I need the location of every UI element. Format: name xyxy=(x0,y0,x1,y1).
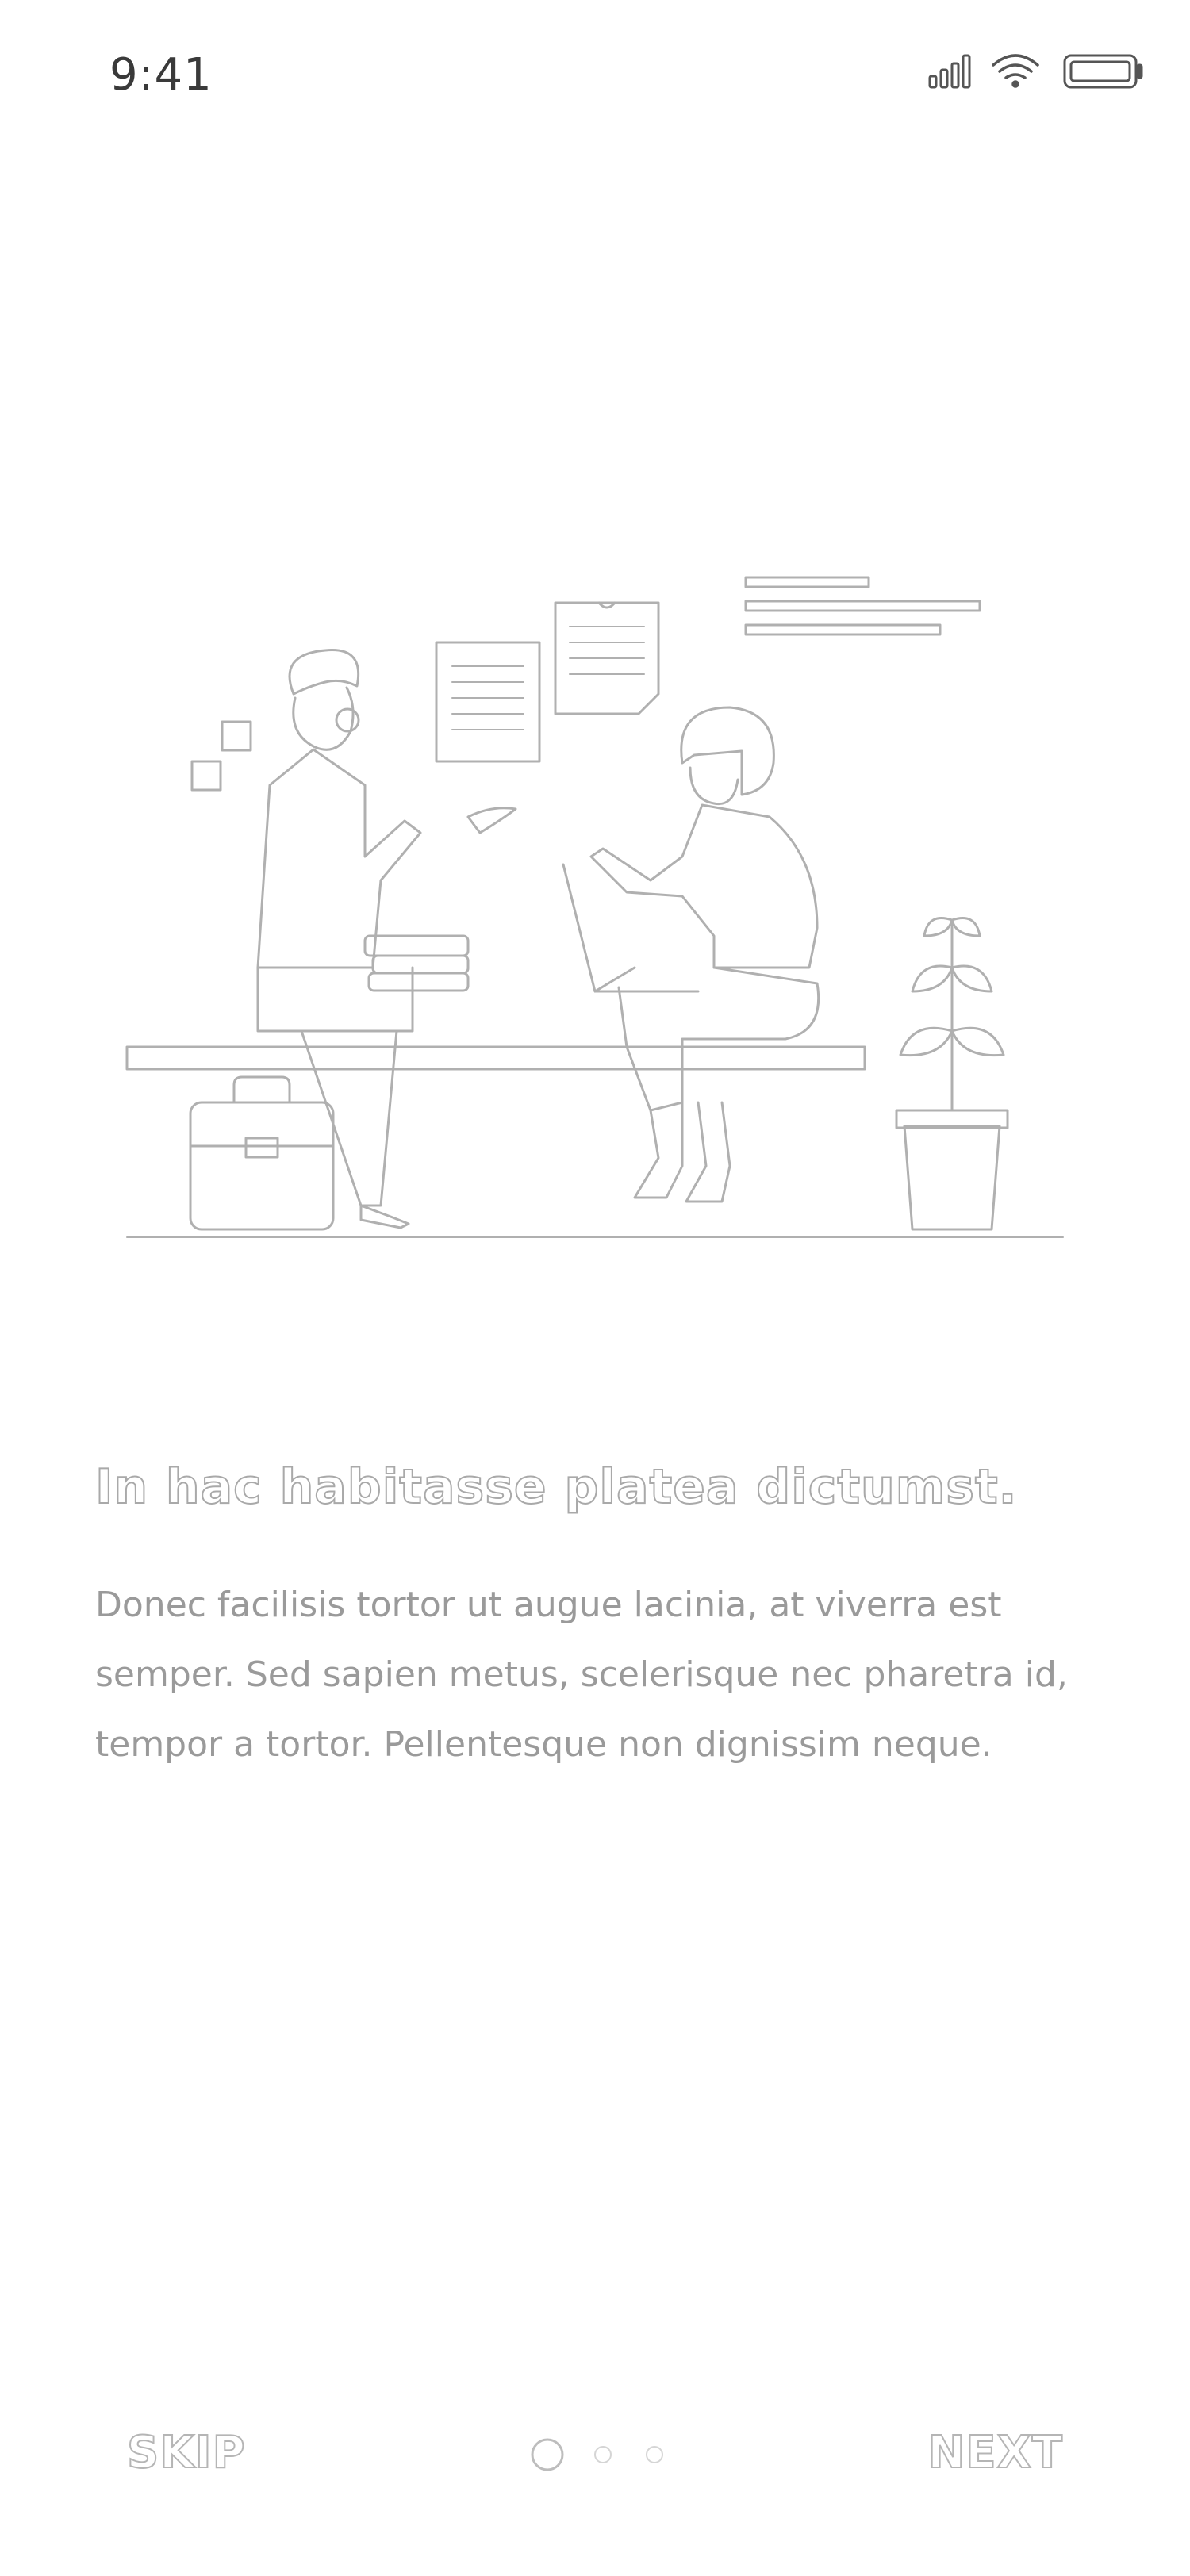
onboarding-headline: In hac habitasse platea dictumst. xyxy=(94,1459,1018,1516)
people-talking-illustration xyxy=(125,576,1064,1238)
signal-icon xyxy=(928,54,971,89)
wifi-icon xyxy=(992,54,1039,88)
page-dot-2 xyxy=(594,2446,612,2463)
skip-button[interactable]: SKIP xyxy=(126,2426,246,2479)
page-dot-3 xyxy=(646,2446,663,2463)
next-button[interactable]: NEXT xyxy=(927,2426,1063,2479)
page-dot-1 xyxy=(531,2438,564,2471)
status-icons xyxy=(928,54,1143,89)
status-bar: 9:41 xyxy=(0,0,1190,151)
battery-icon xyxy=(1063,54,1143,89)
onboarding-body: Donec facilisis tortor ut augue lacinia,… xyxy=(95,1585,1068,1765)
page-indicator xyxy=(531,2438,663,2471)
status-time: 9:41 xyxy=(109,49,213,101)
